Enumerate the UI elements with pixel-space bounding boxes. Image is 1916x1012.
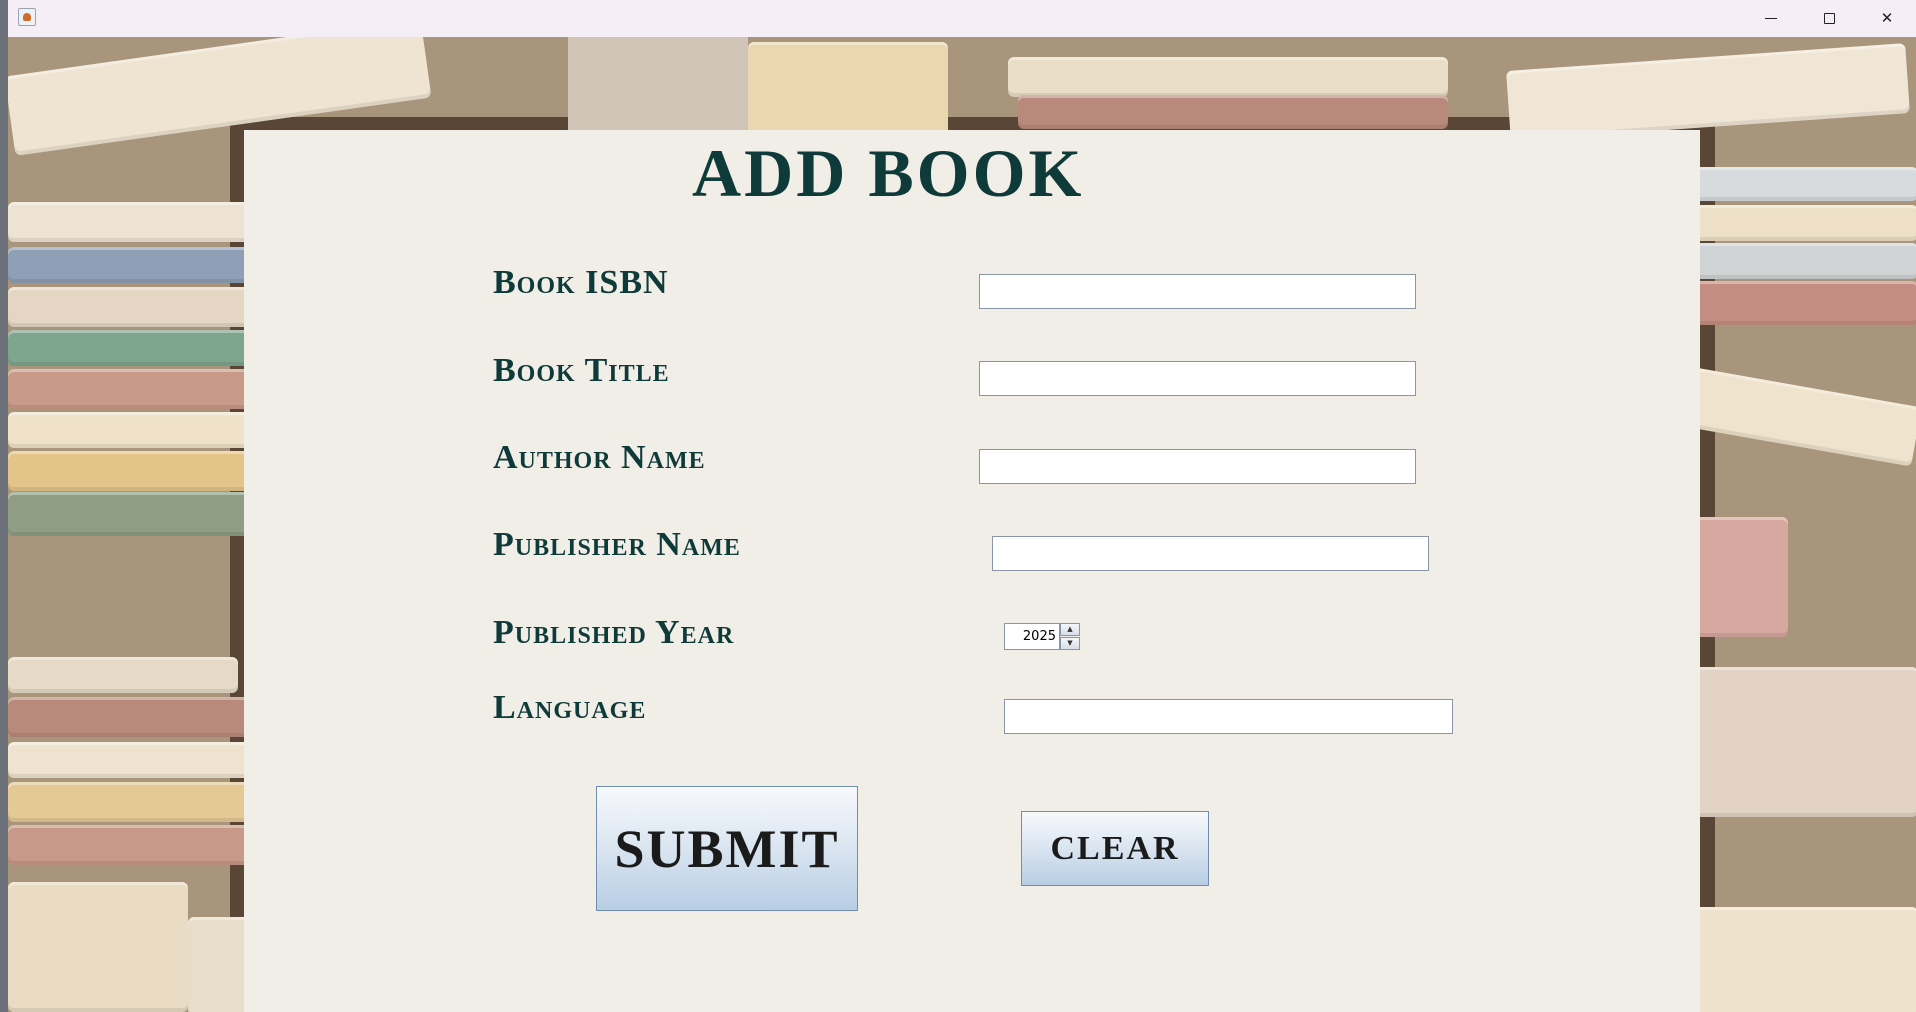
publisher-name-label: Publisher Name <box>493 526 741 563</box>
language-input[interactable] <box>1004 699 1453 734</box>
spinner-down-button[interactable]: ▼ <box>1060 637 1080 650</box>
spinner-up-button[interactable]: ▲ <box>1060 623 1080 636</box>
title-bar[interactable]: ✕ <box>8 0 1916 38</box>
published-year-input[interactable] <box>1004 623 1060 650</box>
submit-button[interactable]: SUBMIT <box>596 786 858 911</box>
close-icon: ✕ <box>1880 9 1894 27</box>
author-name-label: Author Name <box>493 439 706 476</box>
minimize-icon <box>1765 17 1777 19</box>
language-label: Language <box>493 689 647 726</box>
page-title: ADD BOOK <box>692 135 1085 211</box>
book-isbn-input[interactable] <box>979 274 1416 309</box>
book-isbn-label: Book ISBN <box>493 264 669 301</box>
clear-button[interactable]: CLEAR <box>1021 811 1209 886</box>
app-window: ✕ ADD BOOK Book ISBN Book Title Author N… <box>8 0 1916 1012</box>
published-year-label: Published Year <box>493 614 735 651</box>
java-cup-icon <box>18 8 36 26</box>
published-year-spinner[interactable]: ▲ ▼ <box>1004 623 1080 650</box>
maximize-icon <box>1823 12 1835 24</box>
book-title-input[interactable] <box>979 361 1416 396</box>
publisher-name-input[interactable] <box>992 536 1429 571</box>
maximize-button[interactable] <box>1800 0 1858 36</box>
form-paper <box>244 130 1700 1012</box>
minimize-button[interactable] <box>1742 0 1800 36</box>
book-title-label: Book Title <box>493 352 670 389</box>
close-button[interactable]: ✕ <box>1858 0 1916 36</box>
form-canvas: ADD BOOK Book ISBN Book Title Author Nam… <box>8 37 1916 1012</box>
author-name-input[interactable] <box>979 449 1416 484</box>
